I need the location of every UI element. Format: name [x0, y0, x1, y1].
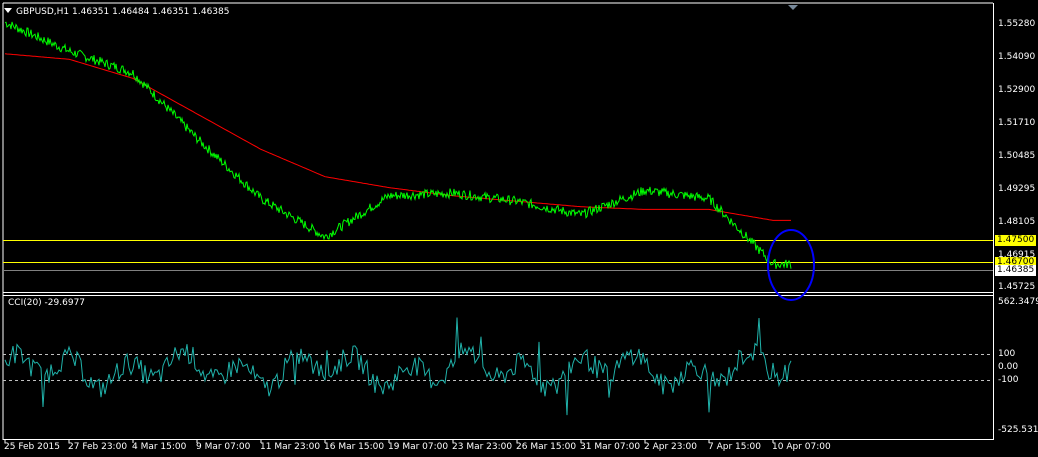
time-tick: 23 Mar 23:00 — [452, 442, 513, 452]
time-tick: 27 Feb 23:00 — [68, 442, 128, 452]
price-tick: 1.49295 — [998, 184, 1036, 194]
price-series-path — [4, 21, 792, 269]
time-tick: 2 Apr 23:00 — [644, 442, 697, 452]
price-tick: 1.52900 — [998, 85, 1036, 95]
chart-window[interactable]: GBPUSD,H1 1.46351 1.46484 1.46351 1.4638… — [0, 0, 1038, 457]
price-tick: 1.50485 — [998, 151, 1036, 161]
cci-line — [4, 317, 792, 416]
price-tick: 1.54090 — [998, 52, 1036, 62]
price-tick: 1.51710 — [998, 118, 1036, 128]
hline-label: 1.47500 — [995, 235, 1037, 246]
cci-tick: -525.5311 — [998, 425, 1038, 435]
time-tick: 7 Apr 15:00 — [708, 442, 761, 452]
symbol-header-text: GBPUSD,H1 1.46351 1.46484 1.46351 1.4638… — [16, 7, 230, 17]
current-price-label: 1.46385 — [995, 265, 1037, 276]
price-tick: 1.45725 — [998, 282, 1036, 292]
price-tick: 1.48105 — [998, 217, 1036, 227]
cci-tick: 562.3479 — [998, 297, 1038, 307]
cci-tick: 0.00 — [998, 362, 1019, 372]
cci-tick: -100 — [998, 375, 1019, 385]
time-tick: 19 Mar 07:00 — [388, 442, 449, 452]
time-tick: 11 Mar 23:00 — [260, 442, 321, 452]
collapse-triangle-icon[interactable] — [4, 8, 12, 13]
time-tick: 9 Mar 07:00 — [196, 442, 251, 452]
cci-tick: 100 — [998, 349, 1016, 359]
time-tick: 16 Mar 15:00 — [324, 442, 385, 452]
chart-canvas[interactable] — [0, 0, 1038, 457]
time-tick: 10 Apr 07:00 — [772, 442, 831, 452]
symbol-header: GBPUSD,H1 1.46351 1.46484 1.46351 1.4638… — [4, 6, 229, 18]
chart-shift-marker[interactable] — [788, 5, 798, 10]
time-tick: 26 Mar 15:00 — [516, 442, 577, 452]
time-tick: 4 Mar 15:00 — [132, 442, 187, 452]
price-line — [4, 21, 792, 269]
cci-series-path — [4, 317, 792, 416]
time-tick: 25 Feb 2015 — [4, 442, 61, 452]
cci-header: CCI(20) -29.6977 — [8, 298, 86, 308]
time-tick: 31 Mar 07:00 — [580, 442, 641, 452]
price-tick: 1.55280 — [998, 19, 1036, 29]
